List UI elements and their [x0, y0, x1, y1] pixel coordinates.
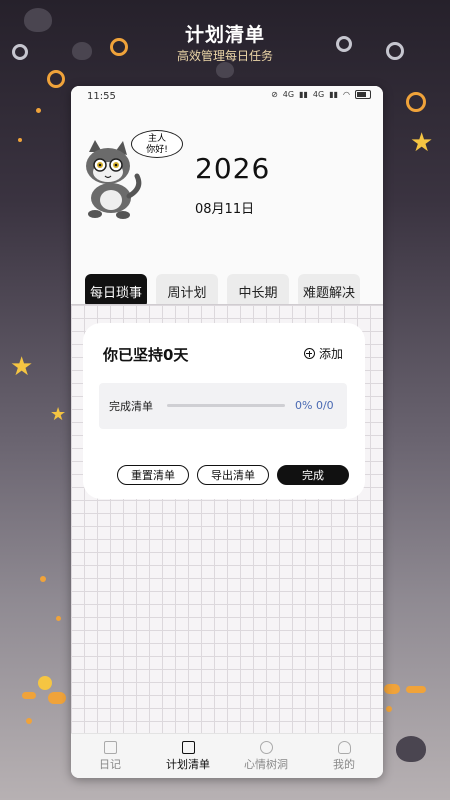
star-decoration: ★ — [10, 352, 34, 382]
date-display: 08月11日 — [195, 202, 255, 217]
progress-text: 0% 0/0 — [295, 399, 334, 412]
dot-decoration — [48, 692, 66, 704]
progress-label: 完成清单 — [109, 400, 153, 413]
cat-mascot-icon — [86, 140, 142, 219]
dot-decoration — [40, 576, 46, 582]
dot-decoration — [22, 692, 36, 699]
dot-decoration — [26, 718, 32, 724]
star-decoration: ★ — [410, 128, 434, 158]
battery-icon — [355, 90, 371, 99]
done-button[interactable]: 完成 — [277, 465, 349, 485]
mute-icon: ⊘ — [271, 90, 278, 99]
nav-checklist[interactable]: 计划清单 — [149, 734, 227, 778]
reset-list-button[interactable]: 重置清单 — [117, 465, 189, 485]
status-icons: ⊘ 4G ▮▮ 4G ▮▮ ◠ — [271, 90, 371, 99]
promo-subtitle: 高效管理每日任务 — [176, 49, 273, 63]
checklist-card: 你已坚持0天 添加 完成清单 0% 0/0 重置清单 导出清单 完成 — [83, 323, 365, 499]
streak-text: 你已坚持0天 — [103, 346, 189, 364]
nav-profile[interactable]: 我的 — [305, 734, 383, 778]
cat-face-decoration — [396, 736, 426, 762]
nav-label: 心情树洞 — [244, 757, 288, 771]
progress-panel: 完成清单 0% 0/0 — [99, 383, 347, 429]
progress-bar — [167, 404, 285, 407]
dot-decoration — [18, 138, 22, 142]
star-decoration: ★ — [50, 404, 67, 425]
nav-label: 日记 — [99, 757, 121, 771]
dot-decoration — [36, 108, 41, 113]
header: 主人 你好! 2026 08月11日 每日琐事 周计划 中长期 难题解决 — [71, 108, 383, 308]
status-time: 11:55 — [87, 91, 116, 102]
tab-daily[interactable]: 每日琐事 — [85, 274, 147, 308]
status-bar: 11:55 ⊘ 4G ▮▮ 4G ▮▮ ◠ — [71, 86, 383, 108]
signal-label: 4G — [282, 90, 295, 99]
signal-label: 4G — [312, 90, 325, 99]
nav-diary[interactable]: 日记 — [71, 734, 149, 778]
ring-decoration — [406, 92, 426, 112]
dot-decoration — [38, 676, 52, 690]
bottom-nav: 日记 计划清单 心情树洞 我的 — [71, 733, 383, 778]
ring-decoration — [47, 70, 65, 88]
action-buttons: 重置清单 导出清单 完成 — [117, 465, 349, 485]
phone-screen: 11:55 ⊘ 4G ▮▮ 4G ▮▮ ◠ 主人 你好! 2026 08月11日… — [71, 86, 383, 778]
nav-mood[interactable]: 心情树洞 — [227, 734, 305, 778]
tab-problem-solving[interactable]: 难题解决 — [298, 274, 360, 308]
signal-icon: ▮▮ — [299, 90, 308, 99]
dot-decoration — [384, 684, 400, 694]
dot-decoration — [406, 686, 426, 693]
tab-long-term[interactable]: 中长期 — [227, 274, 289, 308]
promo-title: 计划清单 — [184, 24, 265, 46]
diary-icon — [103, 740, 117, 754]
signal-icon: ▮▮ — [329, 90, 339, 99]
year-display: 2026 — [195, 152, 271, 185]
profile-icon — [337, 740, 351, 754]
wifi-icon: ◠ — [343, 90, 350, 99]
dot-decoration — [56, 616, 61, 621]
nav-label: 我的 — [333, 757, 355, 771]
checklist-area: 你已坚持0天 添加 完成清单 0% 0/0 重置清单 导出清单 完成 — [71, 304, 383, 734]
cat-face-decoration — [216, 62, 234, 78]
add-button[interactable]: 添加 — [303, 345, 343, 362]
dot-decoration — [386, 706, 392, 712]
checklist-icon — [181, 740, 195, 754]
mood-icon — [259, 740, 273, 754]
tab-weekly[interactable]: 周计划 — [156, 274, 218, 308]
add-label: 添加 — [318, 347, 343, 361]
add-icon — [303, 348, 315, 359]
plan-tabs: 每日琐事 周计划 中长期 难题解决 — [85, 274, 360, 308]
export-list-button[interactable]: 导出清单 — [197, 465, 269, 485]
nav-label: 计划清单 — [166, 757, 210, 771]
